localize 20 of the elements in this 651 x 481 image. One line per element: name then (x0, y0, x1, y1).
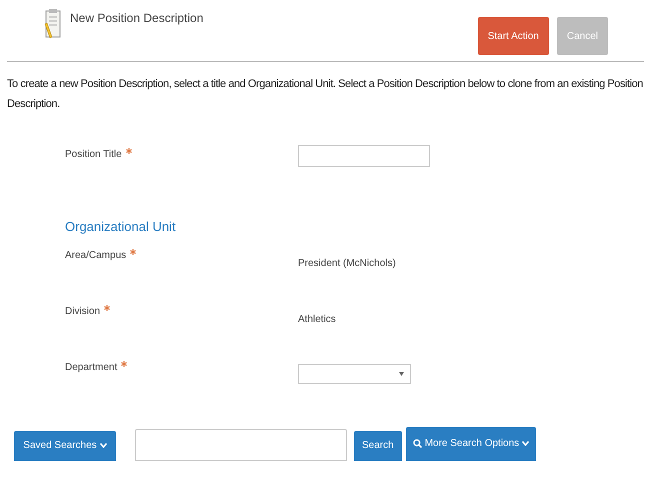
start-action-button[interactable]: Start Action (478, 17, 549, 55)
more-search-options-button[interactable]: More Search Options (406, 426, 536, 460)
search-field[interactable] (135, 428, 347, 460)
page-title: New Position Description (70, 10, 204, 27)
dropdown-field[interactable] (298, 364, 411, 384)
intro-text: To create a new Position Description, select a title and Organizational Unit. Select a Position Description below to clone from an existing Position Description. (6, 77, 644, 112)
input-field[interactable] (298, 145, 430, 167)
search-button[interactable]: Search (354, 430, 402, 460)
section-heading: Organizational Unit (65, 218, 177, 236)
field-value: Athletics (298, 312, 336, 326)
caret-icon (399, 372, 404, 376)
field-label: Position Title (65, 148, 122, 162)
chevron-down-icon (100, 443, 107, 448)
chevron-down-icon (522, 441, 530, 446)
field-value: President (McNichols) (298, 256, 396, 270)
saved-searches-button[interactable]: Saved Searches (14, 430, 116, 460)
field-label: Area/Campus (65, 248, 126, 262)
field-label: Division (65, 304, 100, 318)
field-label: Department (65, 360, 118, 374)
search-icon (412, 439, 422, 448)
